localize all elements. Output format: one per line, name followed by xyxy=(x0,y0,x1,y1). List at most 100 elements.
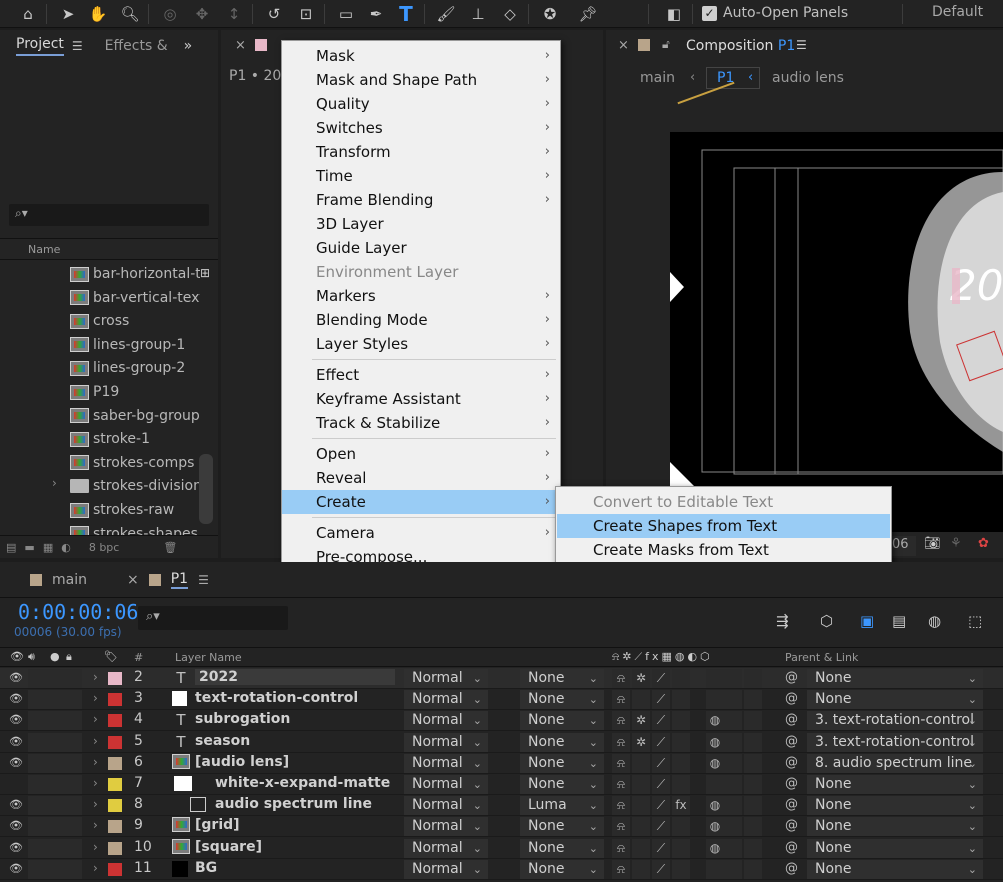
project-item[interactable]: lines-group-2 xyxy=(70,356,200,380)
layer-switch-box[interactable] xyxy=(46,753,64,773)
layer-switch-box[interactable] xyxy=(28,817,46,837)
parent-dropdown[interactable]: None ⌄ xyxy=(807,669,983,688)
blend-mode-dropdown[interactable]: Normal ⌄ xyxy=(404,690,488,710)
shy-switch-icon[interactable]: ⍾ xyxy=(612,838,630,858)
frame-blending-icon[interactable]: ▤ xyxy=(892,612,906,630)
parent-dropdown[interactable]: 3. text-rotation-control ⌄ xyxy=(807,711,983,731)
home-icon[interactable]: ⌂ xyxy=(16,2,40,26)
menu-item-reveal[interactable]: Reveal › xyxy=(282,466,560,490)
workspace-selector[interactable]: Default xyxy=(932,4,983,20)
menu-item-transform[interactable]: Transform › xyxy=(282,140,560,164)
rotate-tool-icon[interactable]: ↺ xyxy=(262,2,286,26)
blend-mode-dropdown[interactable]: Normal ⌄ xyxy=(404,775,488,794)
menu-item-camera[interactable]: Camera › xyxy=(282,521,560,545)
shy-switch-icon[interactable]: ⍾ xyxy=(612,732,630,752)
project-item[interactable]: P19 xyxy=(70,380,200,404)
layer-name[interactable]: [audio lens] xyxy=(195,754,289,770)
menu-item-open[interactable]: Open › xyxy=(282,442,560,466)
shy-switch-icon[interactable]: ⍾ xyxy=(612,817,630,837)
layer-name[interactable]: audio spectrum line xyxy=(215,796,372,812)
collapse-switch-icon[interactable] xyxy=(632,775,650,794)
shy-layers-icon[interactable]: ▣ xyxy=(860,612,874,630)
blend-mode-dropdown[interactable]: Normal ⌄ xyxy=(404,732,488,752)
close-tab-icon[interactable]: × xyxy=(127,572,139,588)
track-matte-dropdown[interactable]: None ⌄ xyxy=(520,711,604,731)
layer-switch-box[interactable] xyxy=(46,859,64,879)
menu-item-switches[interactable]: Switches › xyxy=(282,116,560,140)
chevron-right-icon[interactable]: › xyxy=(93,861,98,875)
project-item[interactable]: strokes-division xyxy=(70,474,200,498)
adjustment-switch-icon[interactable] xyxy=(724,669,742,688)
visibility-eye-icon[interactable]: 👁︎ xyxy=(9,692,23,706)
layer-row[interactable]: 👁︎ › 5 Tseason Normal ⌄ None ⌄ ⍾ ✲ ⟋ ◍ @3. text-rota… xyxy=(0,732,1003,753)
track-matte-dropdown[interactable]: None ⌄ xyxy=(520,775,604,794)
motion-blur-switch-icon[interactable]: ◍ xyxy=(706,796,724,816)
motion-blur-switch-icon[interactable]: ◍ xyxy=(706,838,724,858)
chevron-right-icon[interactable]: › xyxy=(93,776,98,790)
blend-mode-dropdown[interactable]: Normal ⌄ xyxy=(404,669,488,688)
adjustment-switch-icon[interactable] xyxy=(724,859,742,879)
chevron-right-icon[interactable]: › xyxy=(93,712,98,726)
3d-layer-switch-icon[interactable] xyxy=(744,796,762,816)
track-matte-dropdown[interactable]: None ⌄ xyxy=(520,859,604,879)
pick-whip-icon[interactable]: @ xyxy=(785,840,798,855)
shy-switch-icon[interactable]: ⍾ xyxy=(612,690,630,710)
blend-mode-dropdown[interactable]: Normal ⌄ xyxy=(404,838,488,858)
track-matte-dropdown[interactable]: None ⌄ xyxy=(520,817,604,837)
blend-mode-dropdown[interactable]: Normal ⌄ xyxy=(404,753,488,773)
pick-whip-icon[interactable]: @ xyxy=(785,818,798,833)
bpc-label[interactable]: 8 bpc xyxy=(89,541,120,554)
tab-main[interactable]: main xyxy=(52,572,87,588)
pick-whip-icon[interactable]: @ xyxy=(785,712,798,727)
layer-label-color[interactable] xyxy=(108,862,122,876)
panel-menu-icon[interactable]: ☰ xyxy=(72,39,83,53)
project-item[interactable]: lines-group-1 xyxy=(70,333,200,357)
effect-switch-icon[interactable] xyxy=(672,711,690,731)
shy-switch-icon[interactable]: ⍾ xyxy=(612,796,630,816)
name-column-header[interactable]: Name xyxy=(28,243,60,256)
collapse-switch-icon[interactable]: ✲ xyxy=(632,711,650,731)
adjustment-switch-icon[interactable] xyxy=(724,753,742,773)
project-scrollbar[interactable] xyxy=(199,454,213,524)
layer-switch-box[interactable] xyxy=(46,838,64,858)
effect-switch-icon[interactable]: fx xyxy=(672,796,690,816)
video-switch-icon[interactable]: 👁︎ xyxy=(10,650,24,663)
brush-tool-icon[interactable]: 🖌︎ xyxy=(434,2,458,26)
3d-layer-switch-icon[interactable] xyxy=(744,838,762,858)
pan-behind-tool-icon[interactable]: ⊡ xyxy=(294,2,318,26)
adjustment-switch-icon[interactable] xyxy=(724,838,742,858)
motion-blur-icon[interactable]: ◍ xyxy=(928,612,941,630)
layer-switch-box[interactable] xyxy=(46,775,64,794)
layer-label-color[interactable] xyxy=(108,799,122,813)
layer-row[interactable]: 👁︎ › 8 audio spectrum line Normal ⌄ Luma ⌄ ⍾ ⟋ fx ◍… xyxy=(0,795,1003,817)
interpret-footage-icon[interactable]: ▤ xyxy=(6,541,16,554)
menu-item-blending-mode[interactable]: Blending Mode › xyxy=(282,308,560,332)
selection-tool-icon[interactable]: ➤ xyxy=(56,2,80,26)
layer-row[interactable]: 👁︎ › 10 [square] Normal ⌄ None ⌄ ⍾ ⟋ ◍ @ None ⌄ xyxy=(0,838,1003,859)
menu-item-mask-and-shape-path[interactable]: Mask and Shape Path › xyxy=(282,68,560,92)
parent-link-column-header[interactable]: Parent & Link xyxy=(785,651,858,664)
motion-blur-switch-icon[interactable]: ◍ xyxy=(706,711,724,731)
3d-layer-switch-icon[interactable] xyxy=(744,817,762,837)
project-item[interactable]: bar-vertical-text xyxy=(70,286,200,310)
menu-item-quality[interactable]: Quality › xyxy=(282,92,560,116)
layer-switch-box[interactable] xyxy=(46,796,64,816)
label-icon[interactable]: 🏷︎ xyxy=(104,650,118,663)
composition-canvas[interactable]: 20 xyxy=(670,132,1003,532)
layer-switch-box[interactable] xyxy=(46,732,64,752)
timecode-display[interactable]: 0:00:00:06 xyxy=(18,600,138,624)
current-frame-field[interactable]: 06 xyxy=(888,536,916,556)
lock-icon[interactable]: 🔓︎ xyxy=(662,37,670,52)
effect-switch-icon[interactable] xyxy=(672,838,690,858)
layer-switch-box[interactable] xyxy=(28,669,46,688)
quality-switch-icon[interactable]: ⟋ xyxy=(652,838,670,858)
chevron-right-icon[interactable]: › xyxy=(93,818,98,832)
menu-item-frame-blending[interactable]: Frame Blending › xyxy=(282,188,560,212)
layer-row[interactable]: 👁︎ › 2 T 2022 Normal ⌄ None ⌄ ⍾ ✲ ⟋ @ None ⌄ xyxy=(0,668,1003,689)
visibility-eye-icon[interactable]: 👁︎ xyxy=(9,713,23,727)
layer-name[interactable]: white-x-expand-matte xyxy=(215,775,390,791)
adjustment-switch-icon[interactable] xyxy=(724,817,742,837)
orbit-camera-icon[interactable]: ◎ xyxy=(158,2,182,26)
menu-item-guide-layer[interactable]: Guide Layer xyxy=(282,236,560,260)
blend-mode-dropdown[interactable]: Normal ⌄ xyxy=(404,711,488,731)
